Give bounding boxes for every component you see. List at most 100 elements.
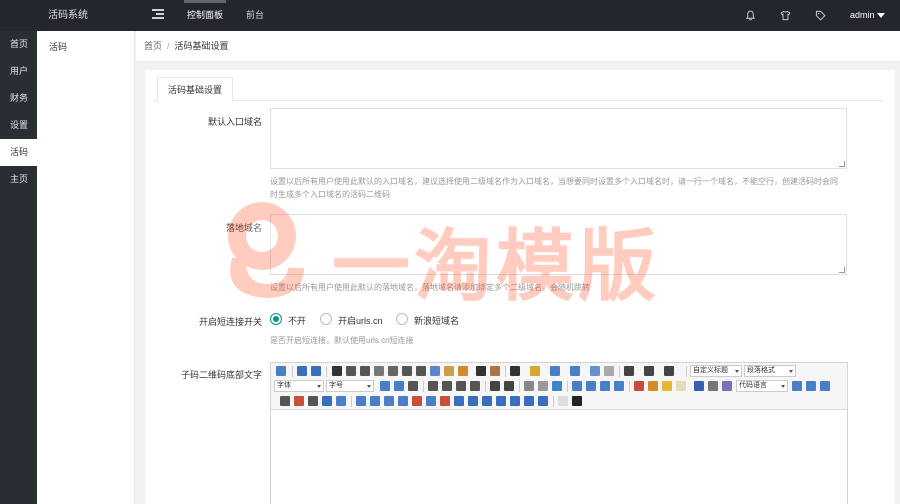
image-none-icon[interactable] xyxy=(572,381,582,391)
special-char-icon[interactable] xyxy=(322,396,332,406)
resize-handle-icon[interactable] xyxy=(839,267,845,273)
image-left-icon[interactable] xyxy=(586,381,596,391)
split-cells-icon[interactable] xyxy=(496,396,506,406)
insert-image-icon[interactable] xyxy=(648,381,658,391)
emotion-icon[interactable] xyxy=(662,381,672,391)
menu-toggle-icon[interactable] xyxy=(152,9,164,21)
indent-icon[interactable] xyxy=(408,381,418,391)
uppercase-icon[interactable] xyxy=(490,381,500,391)
highlight-color-icon[interactable] xyxy=(530,366,540,376)
bell-icon[interactable] xyxy=(745,10,756,21)
ltr-icon[interactable] xyxy=(380,381,390,391)
paragraph-format-select[interactable]: 段落格式 xyxy=(744,365,796,377)
search-replace-icon[interactable] xyxy=(336,396,346,406)
quote-icon[interactable] xyxy=(476,366,486,376)
split-cols-icon[interactable] xyxy=(524,396,534,406)
radio-label-urls[interactable]: 开启urls.cn xyxy=(338,314,383,327)
bold-icon[interactable] xyxy=(332,366,342,376)
breadcrumb-home[interactable]: 首页 xyxy=(144,41,162,51)
horizontal-rule-icon[interactable] xyxy=(280,396,290,406)
row-spacing-bottom-icon[interactable] xyxy=(644,366,654,376)
lowercase-icon[interactable] xyxy=(504,381,514,391)
delete-row-icon[interactable] xyxy=(412,396,422,406)
superscript-icon[interactable] xyxy=(402,366,412,376)
source-html-icon[interactable] xyxy=(276,366,286,376)
font-family-select[interactable]: 字体 xyxy=(274,380,324,392)
strikethrough-icon[interactable] xyxy=(388,366,398,376)
subscript-icon[interactable] xyxy=(416,366,426,376)
theme-shirt-icon[interactable] xyxy=(780,10,791,21)
preview-icon[interactable] xyxy=(572,396,582,406)
undo-icon[interactable] xyxy=(297,366,307,376)
insert-table-icon[interactable] xyxy=(356,396,366,406)
insert-row-icon[interactable] xyxy=(398,396,408,406)
insert-col-icon[interactable] xyxy=(426,396,436,406)
anchor-icon[interactable] xyxy=(552,381,562,391)
date-icon[interactable] xyxy=(294,396,304,406)
subsidebar-item-livecode[interactable]: 活码 xyxy=(37,32,134,62)
redo-icon[interactable] xyxy=(311,366,321,376)
image-right-icon[interactable] xyxy=(600,381,610,391)
sidebar-item-finance[interactable]: 财务 xyxy=(0,85,37,112)
sidebar-item-users[interactable]: 用户 xyxy=(0,58,37,85)
simple-upload-icon[interactable] xyxy=(634,381,644,391)
sidebar-item-livecode[interactable]: 活码 xyxy=(0,139,37,166)
merge-cells-icon[interactable] xyxy=(454,396,464,406)
delete-table-icon[interactable] xyxy=(370,396,380,406)
resize-handle-icon[interactable] xyxy=(839,161,845,167)
cell-props-icon[interactable] xyxy=(538,396,548,406)
time-icon[interactable] xyxy=(308,396,318,406)
nav-dashboard[interactable]: 控制面板 xyxy=(183,0,227,31)
format-brush-icon[interactable] xyxy=(444,366,454,376)
align-center-icon[interactable] xyxy=(442,381,452,391)
underline-icon[interactable] xyxy=(360,366,370,376)
ordered-list-icon[interactable] xyxy=(550,366,560,376)
align-justify-icon[interactable] xyxy=(470,381,480,391)
editor-content[interactable] xyxy=(271,411,847,504)
eraser-icon[interactable] xyxy=(430,366,440,376)
insert-paragraph-before-table-icon[interactable] xyxy=(384,396,394,406)
radio-short-link-sina[interactable] xyxy=(396,313,408,325)
merge-down-icon[interactable] xyxy=(482,396,492,406)
split-rows-icon[interactable] xyxy=(510,396,520,406)
map-icon[interactable] xyxy=(722,381,732,391)
line-height-icon[interactable] xyxy=(664,366,674,376)
paste-plain-icon[interactable] xyxy=(490,366,500,376)
image-center-icon[interactable] xyxy=(614,381,624,391)
landing-domain-textarea[interactable] xyxy=(270,214,847,275)
tab-livecode-settings[interactable]: 活码基础设置 xyxy=(157,77,234,102)
template-icon[interactable] xyxy=(806,381,816,391)
sidebar-item-homepage[interactable]: 主页 xyxy=(0,166,37,193)
delete-col-icon[interactable] xyxy=(440,396,450,406)
rtl-icon[interactable] xyxy=(394,381,404,391)
attachment-icon[interactable] xyxy=(708,381,718,391)
italic-icon[interactable] xyxy=(346,366,356,376)
insert-video-icon[interactable] xyxy=(694,381,704,391)
page-break-icon[interactable] xyxy=(792,381,802,391)
code-language-select[interactable]: 代码语言 xyxy=(736,380,788,392)
align-left-icon[interactable] xyxy=(428,381,438,391)
align-right-icon[interactable] xyxy=(456,381,466,391)
user-menu[interactable]: admin xyxy=(850,0,875,31)
radio-label-sina[interactable]: 新浪短域名 xyxy=(414,314,459,327)
unlink-icon[interactable] xyxy=(538,381,548,391)
radio-short-link-urls[interactable] xyxy=(320,313,332,325)
background-icon[interactable] xyxy=(820,381,830,391)
row-spacing-top-icon[interactable] xyxy=(624,366,634,376)
sidebar-item-home[interactable]: 首页 xyxy=(0,31,37,58)
select-all-icon[interactable] xyxy=(590,366,600,376)
print-icon[interactable] xyxy=(558,396,568,406)
entry-domain-textarea[interactable] xyxy=(270,108,847,169)
font-color-icon[interactable] xyxy=(510,366,520,376)
font-size-select[interactable]: 字号 xyxy=(326,380,374,392)
border-a-icon[interactable] xyxy=(374,366,384,376)
custom-heading-select[interactable]: 自定义标题 xyxy=(690,365,742,377)
clear-doc-icon[interactable] xyxy=(604,366,614,376)
link-icon[interactable] xyxy=(524,381,534,391)
unordered-list-icon[interactable] xyxy=(570,366,580,376)
tag-icon[interactable] xyxy=(815,10,826,21)
radio-label-off[interactable]: 不开 xyxy=(288,314,306,327)
nav-frontend[interactable]: 前台 xyxy=(246,0,264,31)
scrawl-icon[interactable] xyxy=(676,381,686,391)
merge-right-icon[interactable] xyxy=(468,396,478,406)
